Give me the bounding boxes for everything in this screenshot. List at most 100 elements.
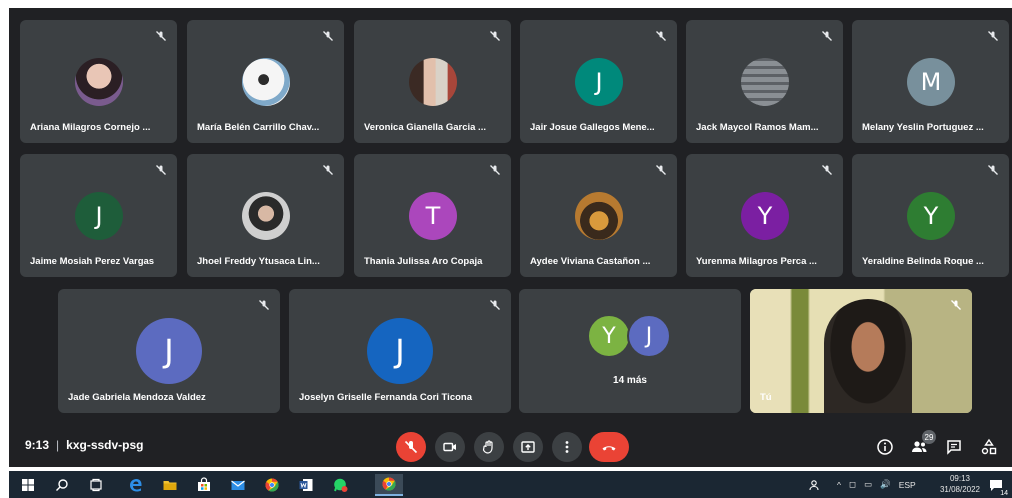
- participants-button[interactable]: 29: [908, 430, 936, 458]
- separator: |: [56, 438, 60, 452]
- chat-icon: [947, 440, 961, 455]
- chrome-icon: [382, 477, 396, 491]
- windows-logo-icon: [22, 479, 34, 491]
- participant-name: Thania Julissa Aro Copaja: [364, 256, 483, 267]
- store-bag-icon: [198, 477, 210, 491]
- mic-off-icon: [819, 28, 835, 44]
- word-button[interactable]: [295, 474, 317, 496]
- participant-name: Jaime Mosiah Perez Vargas: [30, 256, 155, 267]
- whatsapp-button[interactable]: [329, 474, 351, 496]
- edge-browser-button[interactable]: [125, 474, 147, 496]
- present-button[interactable]: [513, 432, 543, 462]
- camera-toggle-button[interactable]: [435, 432, 465, 462]
- participant-avatar: T: [409, 192, 457, 240]
- participant-photo: [242, 58, 290, 106]
- mail-icon: [231, 480, 245, 490]
- participant-avatar: J: [136, 318, 202, 384]
- clock-time: 09:13: [949, 474, 971, 483]
- mic-off-icon: [256, 297, 272, 313]
- start-button[interactable]: [17, 474, 39, 496]
- participant-tile[interactable]: T Thania Julissa Aro Copaja: [354, 154, 511, 277]
- system-tray: ^ ◻ ▭ 🔊 ESP: [837, 471, 916, 498]
- participant-name: Aydee Viviana Castañon ...: [530, 256, 651, 267]
- participant-avatar: Y: [741, 192, 789, 240]
- mic-toggle-button[interactable]: [396, 432, 426, 462]
- activities-icon: [981, 438, 997, 455]
- participant-avatar: Y: [587, 314, 631, 358]
- file-explorer-button[interactable]: [159, 474, 181, 496]
- mail-button[interactable]: [227, 474, 249, 496]
- more-options-button[interactable]: [552, 432, 582, 462]
- chrome-active-button[interactable]: [375, 474, 403, 496]
- clock-date: 31/08/2022: [939, 485, 981, 494]
- participant-tile[interactable]: Jack Maycol Ramos Mam...: [686, 20, 843, 143]
- chrome-button[interactable]: [261, 474, 283, 496]
- participant-tile[interactable]: Veronica Gianella Garcia ...: [354, 20, 511, 143]
- participant-tile[interactable]: María Belén Carrillo Chav...: [187, 20, 344, 143]
- network-icon[interactable]: ◻: [849, 479, 856, 490]
- participant-tile[interactable]: Y Yurenma Milagros Perca ...: [686, 154, 843, 277]
- participant-name: Ariana Milagros Cornejo ...: [30, 122, 151, 133]
- participant-name: María Belén Carrillo Chav...: [197, 122, 320, 133]
- participant-tile[interactable]: Jhoel Freddy Ytusaca Lin...: [187, 154, 344, 277]
- participant-tile[interactable]: J Joselyn Griselle Fernanda Cori Ticona: [289, 289, 511, 413]
- participant-photo: [409, 58, 457, 106]
- whatsapp-icon: [334, 478, 348, 492]
- self-video-tile[interactable]: Tú: [750, 289, 972, 413]
- participant-avatar: Y: [907, 192, 955, 240]
- chat-button[interactable]: [943, 436, 965, 458]
- language-indicator[interactable]: ESP: [899, 480, 916, 490]
- end-call-icon: [602, 446, 616, 451]
- system-clock[interactable]: 09:13 31/08/2022: [938, 473, 982, 495]
- participant-photo: [575, 192, 623, 240]
- present-icon: [521, 441, 535, 453]
- volume-icon[interactable]: 🔊: [880, 479, 891, 490]
- participant-tile[interactable]: Aydee Viviana Castañon ...: [520, 154, 677, 277]
- participants-count-badge: 29: [922, 430, 936, 444]
- participant-name: Yeraldine Belinda Roque ...: [862, 256, 984, 267]
- participant-tile[interactable]: Ariana Milagros Cornejo ...: [20, 20, 177, 143]
- participant-name: Veronica Gianella Garcia ...: [364, 122, 486, 133]
- mic-off-icon: [487, 297, 503, 313]
- raise-hand-button[interactable]: [474, 432, 504, 462]
- end-call-button[interactable]: [589, 432, 629, 462]
- mic-off-icon: [320, 162, 336, 178]
- mic-off-icon: [819, 162, 835, 178]
- activities-button[interactable]: [978, 436, 1000, 458]
- mic-off-icon: [320, 28, 336, 44]
- people-tray-button[interactable]: [805, 474, 827, 496]
- participant-tile[interactable]: J Jade Gabriela Mendoza Valdez: [58, 289, 280, 413]
- participant-avatar: J: [575, 58, 623, 106]
- participant-name: Yurenma Milagros Perca ...: [696, 256, 817, 267]
- more-participants-tile[interactable]: Y J 14 más: [519, 289, 741, 413]
- meet-window: Ariana Milagros Cornejo ... María Belén …: [9, 8, 1012, 467]
- notifications-button[interactable]: 14: [985, 474, 1009, 497]
- search-button[interactable]: [51, 474, 73, 496]
- participant-avatar: J: [367, 318, 433, 384]
- participant-name: Jade Gabriela Mendoza Valdez: [68, 392, 206, 403]
- task-view-button[interactable]: [85, 474, 107, 496]
- battery-icon[interactable]: ▭: [864, 479, 872, 490]
- participant-avatar: J: [75, 192, 123, 240]
- participant-name: Jhoel Freddy Ytusaca Lin...: [197, 256, 320, 267]
- notification-count: 14: [999, 490, 1009, 497]
- folder-icon: [163, 481, 177, 490]
- participant-tile[interactable]: Y Yeraldine Belinda Roque ...: [852, 154, 1009, 277]
- participant-tile[interactable]: J Jaime Mosiah Perez Vargas: [20, 154, 177, 277]
- participant-avatar: M: [907, 58, 955, 106]
- search-icon: [56, 479, 68, 491]
- more-participants-label: 14 más: [613, 375, 647, 386]
- camera-icon: [443, 442, 456, 452]
- mic-off-icon: [487, 28, 503, 44]
- participant-tile[interactable]: M Melany Yeslin Portuguez ...: [852, 20, 1009, 143]
- participant-tile[interactable]: J Jair Josue Gallegos Mene...: [520, 20, 677, 143]
- chevron-up-icon[interactable]: ^: [837, 480, 841, 490]
- participant-name: Melany Yeslin Portuguez ...: [862, 122, 984, 133]
- mic-off-icon: [404, 440, 418, 454]
- more-vert-icon: [565, 441, 569, 453]
- more-avatars: Y J: [587, 314, 673, 360]
- meeting-details-button[interactable]: [874, 436, 896, 458]
- participant-photo: [741, 58, 789, 106]
- store-button[interactable]: [193, 474, 215, 496]
- mic-off-icon: [653, 162, 669, 178]
